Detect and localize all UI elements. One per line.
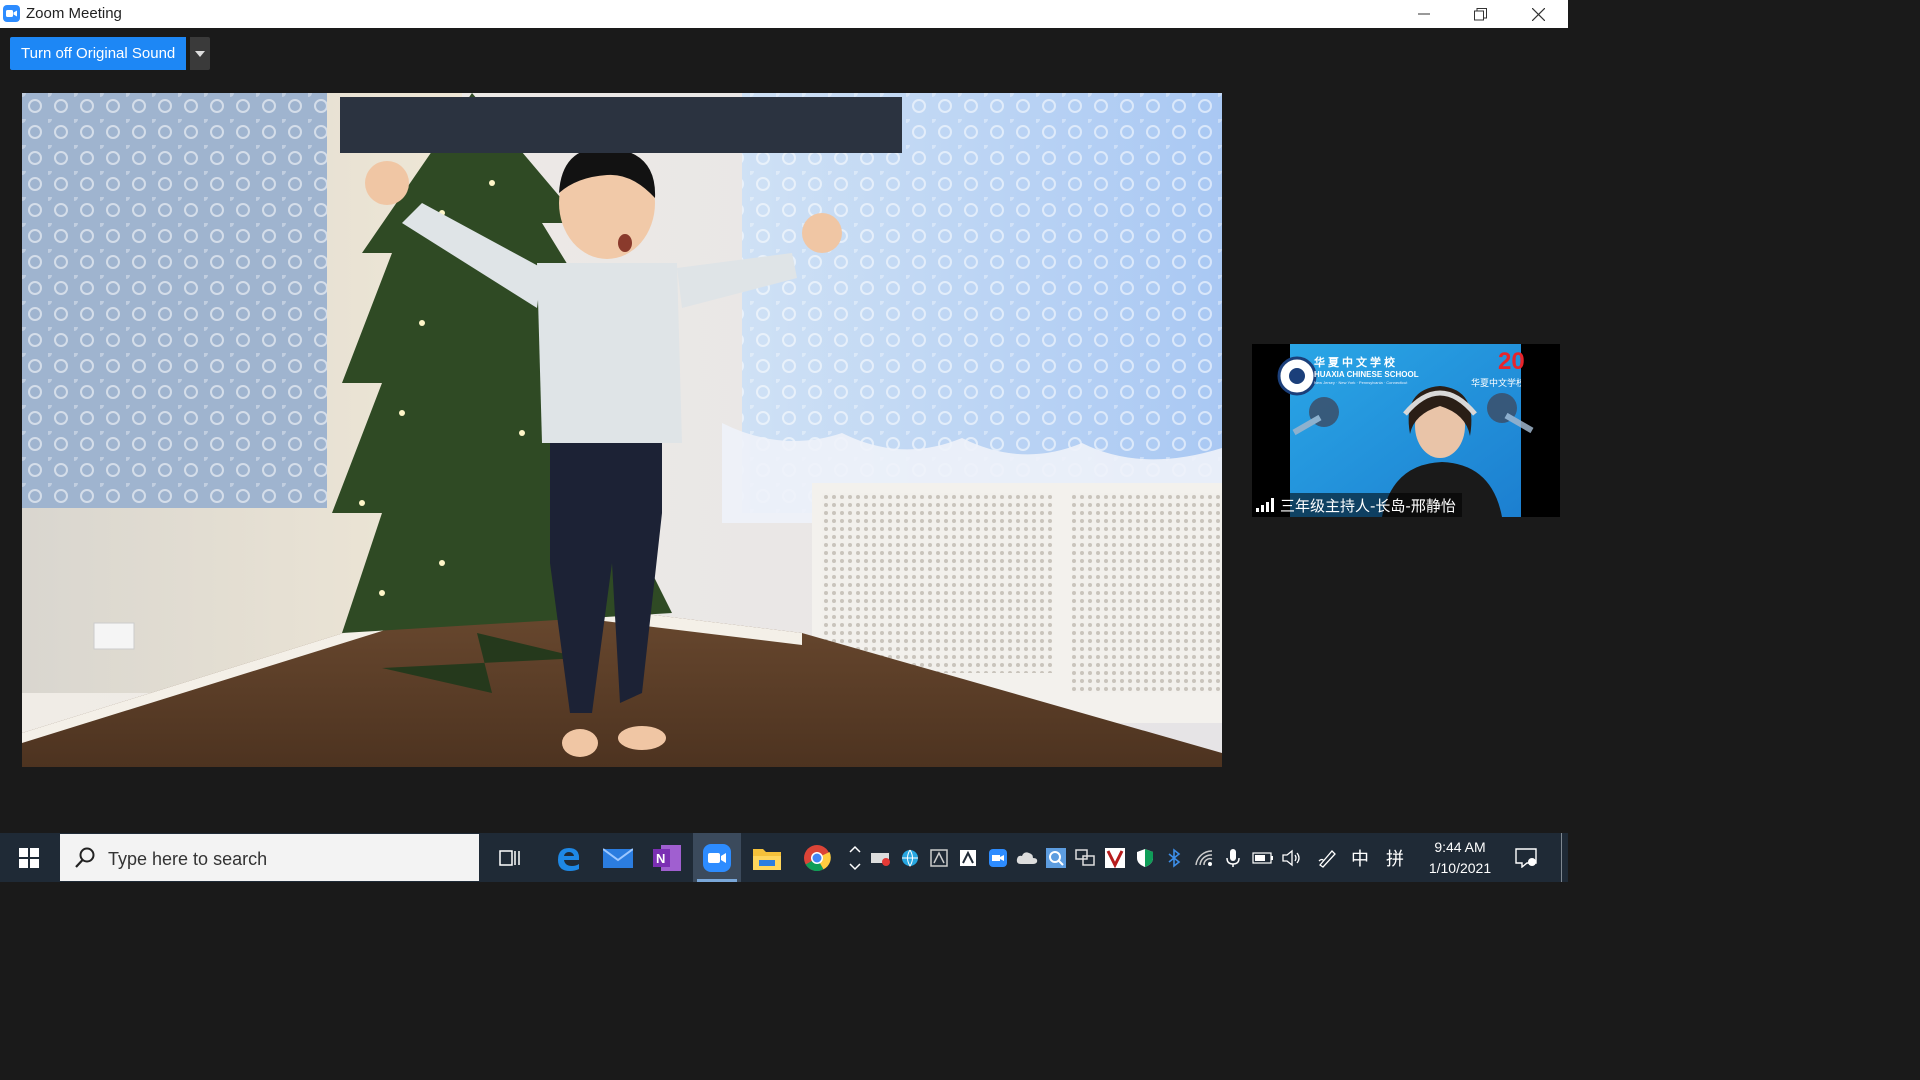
minimize-button[interactable] [1396, 0, 1452, 28]
wifi-icon [1195, 849, 1213, 866]
window-title: Zoom Meeting [26, 5, 122, 22]
windows-taskbar: Type here to search N 中 拼 9:44 AM 1/10/2… [0, 833, 1568, 882]
taskbar-app-file-explorer[interactable] [743, 833, 791, 882]
shield-icon [1137, 848, 1153, 867]
caret-down-icon [195, 50, 206, 57]
zoom-app-icon [3, 5, 20, 22]
tray-microphone[interactable] [1219, 833, 1247, 882]
zoom-icon [703, 843, 731, 872]
speaker-icon [1282, 849, 1300, 866]
taskbar-app-mail[interactable] [594, 833, 642, 882]
mail-icon [603, 847, 633, 868]
participant-name: 三年级主持人-长岛-邢静怡 [1280, 496, 1456, 515]
taskbar-app-zoom[interactable] [693, 833, 741, 882]
folder-icon [753, 848, 781, 870]
participant-name-bar: 三年级主持人-长岛-邢静怡 [1252, 493, 1462, 517]
tray-wifi[interactable] [1190, 833, 1218, 882]
ime-language-indicator[interactable]: 中 [1346, 833, 1374, 882]
active-app-indicator [697, 879, 737, 882]
original-sound-control: Turn off Original Sound [10, 37, 211, 70]
network-drive-icon [871, 852, 890, 866]
bluetooth-icon [1168, 847, 1181, 868]
display-switch-icon [1075, 848, 1095, 866]
drive-outline-icon [930, 848, 948, 867]
restore-button[interactable] [1452, 0, 1508, 28]
active-speaker-video[interactable] [22, 93, 1222, 767]
magnifier-app-icon [1046, 847, 1066, 868]
tray-pen[interactable] [1313, 833, 1341, 882]
tray-bluetooth[interactable] [1160, 833, 1188, 882]
windows-logo-icon [19, 847, 39, 868]
zoom-tray-icon [989, 848, 1007, 867]
tray-volume[interactable] [1278, 833, 1306, 882]
show-hidden-icons-button[interactable] [842, 833, 868, 882]
corner-text: 华夏中文学校 [1471, 379, 1521, 389]
taskbar-search-box[interactable]: Type here to search [60, 834, 479, 881]
battery-icon [1252, 851, 1273, 864]
school-logo-text-en: HUAXIA CHINESE SCHOOL [1314, 370, 1419, 379]
vivado-icon [1105, 847, 1125, 868]
svg-text:N: N [656, 851, 665, 866]
cloud-icon [1016, 851, 1038, 864]
ime-mode-indicator[interactable]: 拼 [1381, 833, 1409, 882]
tray-onedrive[interactable] [1013, 833, 1041, 882]
tray-app-v[interactable] [1101, 833, 1129, 882]
tray-app-a-filled[interactable] [954, 833, 982, 882]
taskbar-clock[interactable]: 9:44 AM 1/10/2021 [1412, 837, 1508, 879]
clock-time: 9:44 AM [1434, 839, 1486, 855]
redaction-bar [340, 97, 902, 153]
search-placeholder: Type here to search [108, 849, 268, 869]
school-logo-subtext: New Jersey · New York · Pennsylvania · C… [1314, 380, 1408, 385]
start-button[interactable] [0, 833, 58, 882]
corner-number: 20 [1498, 348, 1525, 375]
taskbar-app-chrome[interactable] [793, 833, 841, 882]
pen-workspace-icon [1318, 849, 1336, 868]
chrome-icon [804, 844, 831, 871]
taskbar-app-onenote[interactable]: N [643, 833, 691, 882]
tray-battery[interactable] [1249, 833, 1277, 882]
microphone-icon [1226, 848, 1240, 867]
drive-filled-icon [960, 849, 976, 866]
notifications-icon [1515, 847, 1537, 868]
participant-thumbnail[interactable]: 华夏中文学校 HUAXIA CHINESE SCHOOL New Jersey … [1252, 344, 1560, 517]
tray-defender[interactable] [1131, 833, 1159, 882]
tray-vpn[interactable] [867, 833, 895, 882]
original-sound-dropdown-button[interactable] [190, 37, 211, 70]
tray-display[interactable] [1071, 833, 1099, 882]
turn-off-original-sound-button[interactable]: Turn off Original Sound [10, 37, 187, 70]
signal-strength-icon [1256, 498, 1274, 512]
chevron-up-down-icon [849, 845, 861, 870]
tray-app-a-outline[interactable] [925, 833, 953, 882]
edge-browser-icon [558, 847, 580, 871]
show-desktop-button[interactable] [1561, 833, 1569, 882]
task-view-button[interactable] [486, 833, 534, 882]
tray-zoom[interactable] [984, 833, 1012, 882]
tray-search-tool[interactable] [1042, 833, 1070, 882]
onenote-icon: N [653, 844, 681, 871]
search-icon [75, 847, 95, 868]
task-view-icon [499, 849, 520, 866]
globe-icon [902, 849, 918, 867]
taskbar-app-edge[interactable] [544, 833, 592, 882]
close-button[interactable] [1510, 0, 1566, 28]
school-logo-text-cn: 华夏中文学校 [1314, 356, 1398, 369]
window-titlebar: Zoom Meeting [0, 0, 1568, 28]
action-center-button[interactable] [1512, 833, 1540, 882]
tray-globe[interactable] [896, 833, 924, 882]
clock-date: 1/10/2021 [1428, 860, 1492, 876]
